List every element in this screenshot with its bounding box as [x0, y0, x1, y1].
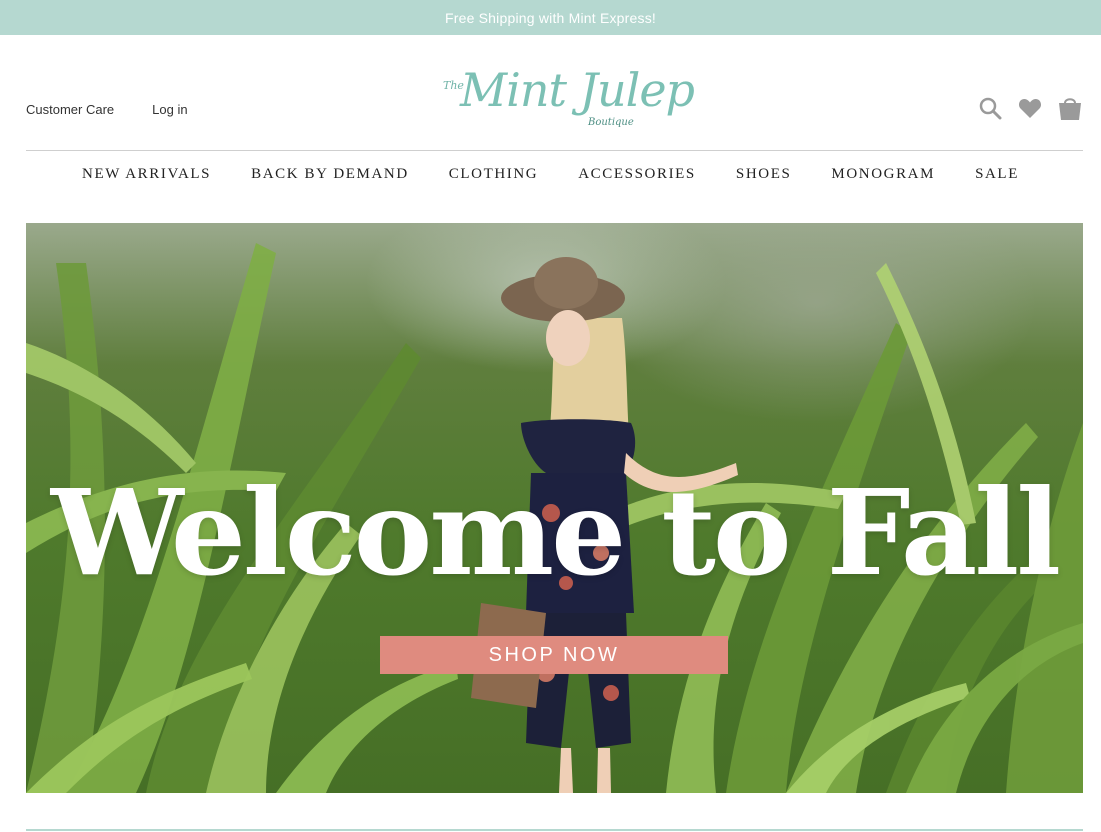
hero-banner[interactable]: Welcome to Fall SHOP NOW	[26, 223, 1083, 793]
nav-item-new-arrivals[interactable]: NEW ARRIVALS	[82, 166, 211, 183]
section-divider	[26, 829, 1083, 831]
site-header: Customer Care Log in The Mint Julep Bout…	[0, 35, 1101, 151]
utility-links: Customer Care Log in	[26, 102, 188, 117]
logo-suffix: Boutique	[588, 117, 634, 128]
search-icon[interactable]	[977, 95, 1003, 121]
nav-item-accessories[interactable]: ACCESSORIES	[578, 166, 696, 183]
promo-banner: Free Shipping with Mint Express!	[0, 0, 1101, 35]
shop-now-button[interactable]: SHOP NOW	[380, 636, 728, 674]
site-logo[interactable]: The Mint Julep Boutique	[442, 63, 695, 137]
nav-item-monogram[interactable]: MONOGRAM	[831, 166, 935, 183]
nav-item-sale[interactable]: SALE	[975, 166, 1019, 183]
heart-icon[interactable]	[1017, 95, 1043, 121]
promo-text: Free Shipping with Mint Express!	[444, 9, 657, 26]
logo-name: Mint Julep	[460, 63, 695, 117]
customer-care-link[interactable]: Customer Care	[26, 102, 114, 117]
nav-item-clothing[interactable]: CLOTHING	[449, 166, 538, 183]
header-icons	[977, 95, 1083, 121]
nav-item-back-by-demand[interactable]: BACK BY DEMAND	[251, 166, 409, 183]
shopping-bag-icon[interactable]	[1057, 95, 1083, 121]
nav-item-shoes[interactable]: SHOES	[736, 166, 792, 183]
hero-title: Welcome to Fall	[50, 463, 1061, 602]
main-nav: NEW ARRIVALS BACK BY DEMAND CLOTHING ACC…	[0, 151, 1101, 197]
login-link[interactable]: Log in	[152, 102, 187, 117]
